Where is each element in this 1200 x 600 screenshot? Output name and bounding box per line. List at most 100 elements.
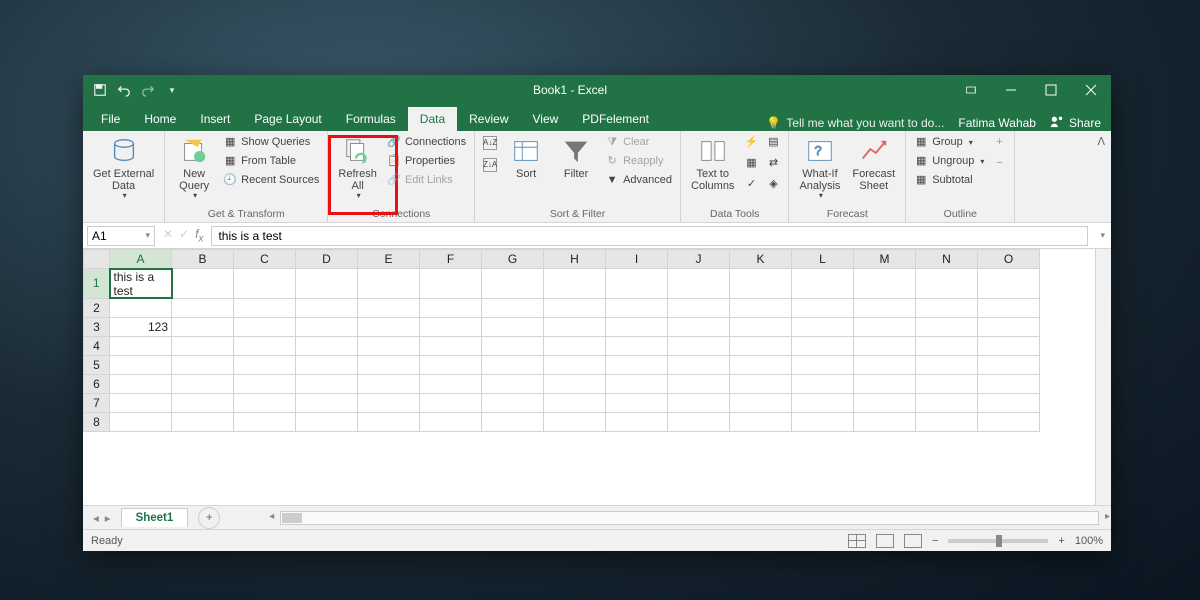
expand-formula-bar-icon[interactable]: ▾ [1094, 230, 1111, 241]
ungroup-button[interactable]: ▦Ungroup▾ [912, 153, 986, 171]
remove-duplicates-button[interactable]: ▦ [742, 155, 760, 173]
tab-insert[interactable]: Insert [188, 107, 242, 131]
consolidate-button[interactable]: ▤ [764, 134, 782, 152]
new-query-button[interactable]: New Query▾ [171, 134, 217, 203]
row-header[interactable]: 7 [84, 393, 110, 412]
row-header[interactable]: 2 [84, 298, 110, 317]
horizontal-scrollbar[interactable]: ◂▸ [280, 511, 1099, 525]
collapse-ribbon-icon[interactable]: ᐱ [1097, 135, 1105, 148]
page-layout-view-icon[interactable] [876, 534, 894, 548]
select-all-corner[interactable] [84, 250, 110, 269]
redo-icon[interactable] [141, 83, 155, 97]
reapply-button[interactable]: ↻Reapply [603, 153, 674, 171]
tab-view[interactable]: View [521, 107, 571, 131]
tab-home[interactable]: Home [132, 107, 188, 131]
page-break-view-icon[interactable] [904, 534, 922, 548]
undo-icon[interactable] [117, 83, 131, 97]
close-icon[interactable] [1071, 75, 1111, 105]
sort-button[interactable]: Sort [503, 134, 549, 182]
row-header[interactable]: 4 [84, 336, 110, 355]
share-button[interactable]: Share [1050, 114, 1101, 131]
tab-data[interactable]: Data [408, 107, 457, 131]
tab-formulas[interactable]: Formulas [334, 107, 408, 131]
forecast-sheet-button[interactable]: Forecast Sheet [848, 134, 899, 194]
prev-sheet-icon[interactable]: ◂ [93, 511, 99, 525]
col-header[interactable]: C [234, 250, 296, 269]
group-button[interactable]: ▦Group▾ [912, 134, 986, 152]
tell-me-search[interactable]: 💡 Tell me what you want to do... [766, 116, 944, 130]
show-queries-button[interactable]: ▦Show Queries [221, 134, 321, 152]
tab-pdfelement[interactable]: PDFelement [570, 107, 661, 131]
col-header[interactable]: O [978, 250, 1040, 269]
col-header[interactable]: G [482, 250, 544, 269]
zoom-slider[interactable] [948, 539, 1048, 543]
scroll-right-icon[interactable]: ▸ [1105, 511, 1110, 522]
col-header[interactable]: N [916, 250, 978, 269]
col-header[interactable]: L [792, 250, 854, 269]
spreadsheet-grid[interactable]: A B C D E F G H I J K L M N O [83, 249, 1040, 432]
minimize-icon[interactable] [991, 75, 1031, 105]
tab-file[interactable]: File [89, 107, 132, 131]
zoom-out-icon[interactable]: − [932, 535, 938, 547]
tab-page-layout[interactable]: Page Layout [242, 107, 333, 131]
filter-button[interactable]: Filter [553, 134, 599, 182]
cancel-formula-icon[interactable]: ✕ [163, 227, 173, 244]
cell-A3[interactable]: 123 [110, 317, 172, 336]
show-detail-button[interactable]: + [990, 134, 1008, 152]
name-box[interactable]: A1 ▾ [87, 226, 155, 246]
sort-asc-button[interactable]: A↓Z [481, 134, 499, 152]
enter-formula-icon[interactable]: ✓ [179, 227, 189, 244]
row-header[interactable]: 1 [84, 269, 110, 299]
qat-customize-icon[interactable]: ▾ [165, 83, 179, 97]
row-header[interactable]: 8 [84, 412, 110, 431]
col-header[interactable]: M [854, 250, 916, 269]
col-header[interactable]: E [358, 250, 420, 269]
subtotal-button[interactable]: ▦Subtotal [912, 172, 986, 190]
maximize-icon[interactable] [1031, 75, 1071, 105]
zoom-in-icon[interactable]: + [1058, 535, 1064, 547]
flash-fill-button[interactable]: ⚡ [742, 134, 760, 152]
scroll-left-icon[interactable]: ◂ [269, 511, 274, 522]
col-header[interactable]: J [668, 250, 730, 269]
row-header[interactable]: 6 [84, 374, 110, 393]
get-external-data-button[interactable]: Get External Data▾ [89, 134, 158, 203]
properties-button[interactable]: 📋Properties [385, 153, 468, 171]
col-header[interactable]: K [730, 250, 792, 269]
add-sheet-button[interactable]: + [198, 507, 220, 529]
sheet-tab-1[interactable]: Sheet1 [121, 508, 189, 527]
col-header[interactable]: F [420, 250, 482, 269]
tab-review[interactable]: Review [457, 107, 520, 131]
fx-icon[interactable]: fx [195, 227, 203, 244]
save-icon[interactable] [93, 83, 107, 97]
user-name[interactable]: Fatima Wahab [958, 116, 1036, 130]
clear-filter-button[interactable]: ⧩Clear [603, 134, 674, 152]
relationships-button[interactable]: ⇄ [764, 155, 782, 173]
data-validation-button[interactable]: ✓ [742, 176, 760, 194]
what-if-button[interactable]: ? What-If Analysis▾ [795, 134, 844, 203]
col-header[interactable]: B [172, 250, 234, 269]
edit-links-button[interactable]: 🔗Edit Links [385, 172, 468, 190]
ribbon-options-icon[interactable] [951, 75, 991, 105]
manage-model-button[interactable]: ◈ [764, 176, 782, 194]
recent-sources-button[interactable]: 🕘Recent Sources [221, 172, 321, 190]
col-header[interactable]: I [606, 250, 668, 269]
normal-view-icon[interactable] [848, 534, 866, 548]
col-header[interactable]: H [544, 250, 606, 269]
text-to-columns-button[interactable]: Text to Columns [687, 134, 738, 194]
vertical-scrollbar[interactable] [1095, 249, 1111, 505]
row-header[interactable]: 5 [84, 355, 110, 374]
row-header[interactable]: 3 [84, 317, 110, 336]
formula-input[interactable]: this is a test [211, 226, 1088, 246]
from-table-button[interactable]: ▦From Table [221, 153, 321, 171]
col-header[interactable]: A [110, 250, 172, 269]
refresh-all-button[interactable]: Refresh All▾ [334, 134, 381, 203]
advanced-filter-button[interactable]: ▼Advanced [603, 172, 674, 190]
cell-A1[interactable]: this is a test [110, 269, 172, 299]
col-header[interactable]: D [296, 250, 358, 269]
next-sheet-icon[interactable]: ▸ [105, 511, 111, 525]
sort-desc-button[interactable]: Z↓A [481, 156, 499, 174]
sheet-area[interactable]: A B C D E F G H I J K L M N O [83, 249, 1111, 505]
hide-detail-button[interactable]: − [990, 155, 1008, 173]
connections-button[interactable]: 🔗Connections [385, 134, 468, 152]
zoom-level[interactable]: 100% [1075, 535, 1103, 547]
